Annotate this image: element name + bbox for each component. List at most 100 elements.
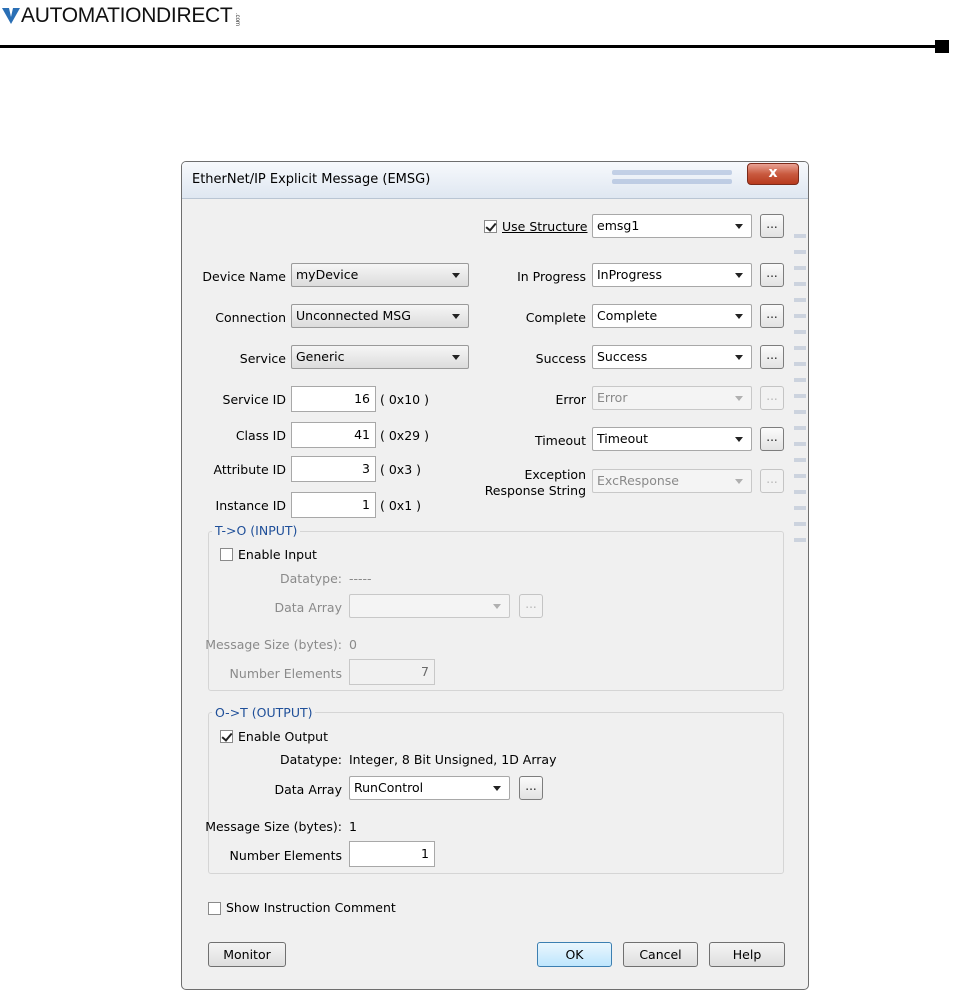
ellipsis-icon: ... xyxy=(766,348,778,362)
chevron-down-icon xyxy=(452,273,460,278)
brand-logo: AUTOMATIONDIRECT .com xyxy=(2,4,240,28)
background-window-fragment xyxy=(612,166,732,192)
chevron-down-icon xyxy=(735,273,743,278)
timeout-value: Timeout xyxy=(597,431,649,446)
ellipsis-icon: ... xyxy=(766,307,778,321)
output-group-title: O->T (OUTPUT) xyxy=(212,705,316,720)
complete-select[interactable]: Complete xyxy=(592,304,752,328)
complete-label: Complete xyxy=(525,310,586,325)
ellipsis-icon: ... xyxy=(766,217,778,231)
device-name-label: Device Name xyxy=(202,269,286,284)
exception-value: ExcResponse xyxy=(597,473,679,488)
dialog-title: EtherNet/IP Explicit Message (EMSG) xyxy=(192,172,431,187)
instance-id-hex: ( 0x1 ) xyxy=(380,498,422,513)
error-select[interactable]: Error xyxy=(592,386,752,410)
emsg-dialog: EtherNet/IP Explicit Message (EMSG) x Us… xyxy=(181,161,809,990)
use-structure-label: Use Structure xyxy=(502,219,588,234)
use-structure-value: emsg1 xyxy=(597,218,640,233)
service-value: Generic xyxy=(296,349,345,364)
output-message-size-value: 1 xyxy=(349,819,357,834)
connection-select[interactable]: Unconnected MSG xyxy=(291,304,469,328)
chevron-down-icon xyxy=(493,604,501,609)
help-button[interactable]: Help xyxy=(709,942,785,967)
service-id-input[interactable]: 16 xyxy=(291,386,376,412)
ok-button[interactable]: OK xyxy=(537,942,612,967)
exception-select[interactable]: ExcResponse xyxy=(592,469,752,493)
chevron-down-icon xyxy=(735,355,743,360)
input-number-elements-label: Number Elements xyxy=(229,666,342,681)
exception-label: Exception Response String xyxy=(472,467,586,499)
chevron-down-icon xyxy=(735,224,743,229)
brand-suffix: .com xyxy=(234,13,241,27)
in-progress-select[interactable]: InProgress xyxy=(592,263,752,287)
ellipsis-icon: ... xyxy=(766,472,778,486)
brand-v-icon xyxy=(2,8,20,24)
instance-id-label: Instance ID xyxy=(215,498,286,513)
class-id-input[interactable]: 41 xyxy=(291,422,376,448)
class-id-label: Class ID xyxy=(235,428,286,443)
chevron-down-icon xyxy=(735,396,743,401)
device-name-select[interactable]: myDevice xyxy=(291,263,469,287)
timeout-browse-button[interactable]: ... xyxy=(760,427,784,451)
output-datatype-value: Integer, 8 Bit Unsigned, 1D Array xyxy=(349,752,557,767)
chevron-down-icon xyxy=(452,355,460,360)
attribute-id-label: Attribute ID xyxy=(213,462,286,477)
enable-input-checkbox[interactable] xyxy=(220,548,233,561)
output-datatype-label: Datatype: xyxy=(280,752,342,767)
ellipsis-icon: ... xyxy=(766,430,778,444)
in-progress-browse-button[interactable]: ... xyxy=(760,263,784,287)
chevron-down-icon xyxy=(735,437,743,442)
timeout-select[interactable]: Timeout xyxy=(592,427,752,451)
exception-label-line2: Response String xyxy=(484,483,586,498)
dialog-titlebar[interactable]: EtherNet/IP Explicit Message (EMSG) x xyxy=(182,162,808,199)
timeout-label: Timeout xyxy=(534,433,586,448)
output-data-array-browse-button[interactable]: ... xyxy=(519,776,543,800)
input-message-size-label: Message Size (bytes): xyxy=(205,637,342,652)
output-number-elements-label: Number Elements xyxy=(229,848,342,863)
service-id-hex: ( 0x10 ) xyxy=(380,392,429,407)
use-structure-checkbox[interactable] xyxy=(484,220,497,233)
in-progress-label: In Progress xyxy=(517,269,586,284)
close-icon: x xyxy=(768,165,778,181)
error-browse-button[interactable]: ... xyxy=(760,386,784,410)
output-number-elements-input[interactable]: 1 xyxy=(349,841,435,867)
cancel-button[interactable]: Cancel xyxy=(623,942,698,967)
attribute-id-input[interactable]: 3 xyxy=(291,456,376,482)
complete-browse-button[interactable]: ... xyxy=(760,304,784,328)
output-data-array-value: RunControl xyxy=(354,780,424,795)
enable-output-label: Enable Output xyxy=(238,729,328,744)
instance-id-input[interactable]: 1 xyxy=(291,492,376,518)
connection-label: Connection xyxy=(215,310,286,325)
close-button[interactable]: x xyxy=(747,163,799,185)
service-label: Service xyxy=(239,351,286,366)
exception-label-line1: Exception xyxy=(524,467,586,482)
output-data-array-select[interactable]: RunControl xyxy=(349,776,510,800)
service-select[interactable]: Generic xyxy=(291,345,469,369)
ellipsis-icon: ... xyxy=(525,779,537,793)
output-data-array-label: Data Array xyxy=(274,782,343,797)
chevron-down-icon xyxy=(493,786,501,791)
input-group-title: T->O (INPUT) xyxy=(212,523,301,538)
success-select[interactable]: Success xyxy=(592,345,752,369)
input-data-array-browse-button[interactable]: ... xyxy=(519,594,543,618)
class-id-hex: ( 0x29 ) xyxy=(380,428,429,443)
monitor-button[interactable]: Monitor xyxy=(208,942,286,967)
input-data-array-label: Data Array xyxy=(274,600,343,615)
chevron-down-icon xyxy=(452,314,460,319)
exception-browse-button[interactable]: ... xyxy=(760,469,784,493)
use-structure-browse-button[interactable]: ... xyxy=(760,214,784,238)
ellipsis-icon: ... xyxy=(766,389,778,403)
success-value: Success xyxy=(597,349,648,364)
use-structure-select[interactable]: emsg1 xyxy=(592,214,752,238)
complete-value: Complete xyxy=(597,308,658,323)
show-comment-checkbox[interactable] xyxy=(208,902,221,915)
error-value: Error xyxy=(597,390,628,405)
input-data-array-select[interactable] xyxy=(349,594,510,618)
input-number-elements-input[interactable]: 7 xyxy=(349,659,435,685)
connection-value: Unconnected MSG xyxy=(296,308,411,323)
success-browse-button[interactable]: ... xyxy=(760,345,784,369)
enable-output-checkbox[interactable] xyxy=(220,730,233,743)
background-window-edge xyxy=(794,222,806,554)
header-rule xyxy=(0,45,935,48)
chevron-down-icon xyxy=(735,479,743,484)
